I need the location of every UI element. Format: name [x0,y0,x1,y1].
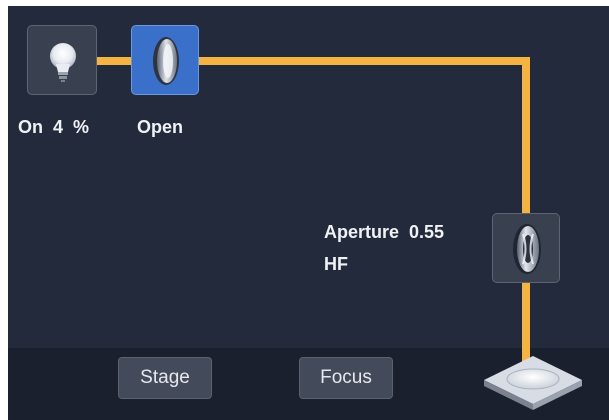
aperture-value: 0.55 [409,222,445,242]
light-beam-segment-vertical [522,57,530,213]
lamp-status: On 4 % [18,117,89,138]
shutter-status: Open [137,117,184,137]
light-beam-segment-lamp [97,57,131,65]
shutter-button[interactable] [131,25,199,95]
lamp-value: 4 [53,117,64,137]
light-beam-segment-top [198,57,530,65]
aperture-label: Aperture [324,222,400,242]
condenser-lens-icon [513,224,541,274]
focus-button[interactable]: Focus [299,357,393,399]
lamp-button[interactable] [27,25,97,95]
condenser-mode: HF [324,254,348,274]
condenser-button[interactable] [492,213,560,283]
shutter-lens-icon [153,37,179,85]
lamp-state: On [18,117,43,137]
light-bulb-icon [50,43,76,82]
lamp-unit: % [73,117,90,137]
condenser-aperture: Aperture 0.55 [324,222,444,243]
stage-plate-icon [484,356,582,410]
light-path-window: On 4 % Open Aperture 0.55 HF Stage Focus [0,0,609,420]
stage-button[interactable]: Stage [118,357,212,399]
